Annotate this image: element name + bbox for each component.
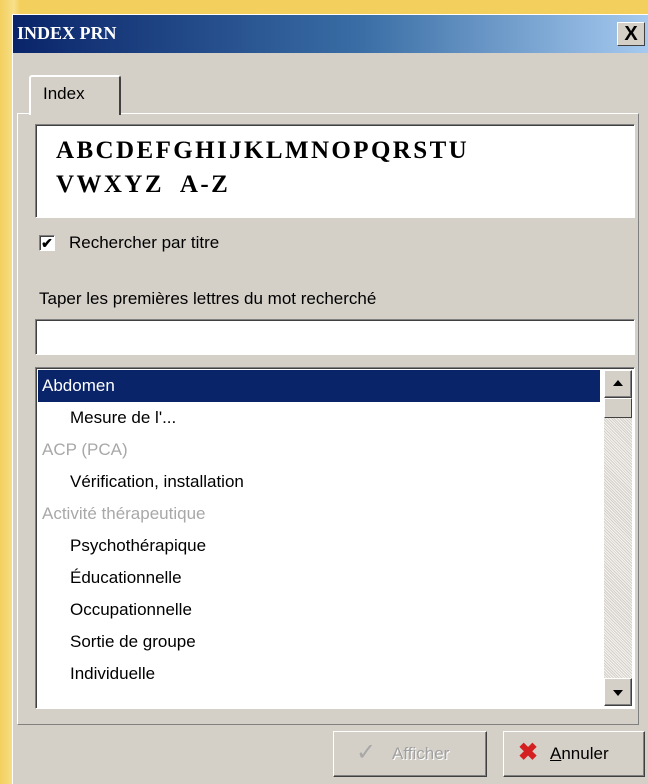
letter-r[interactable]: R bbox=[393, 137, 413, 164]
letter-y[interactable]: Y bbox=[124, 171, 144, 198]
list-item[interactable]: Vérification, installation bbox=[38, 466, 600, 498]
alphabet-row-1: ABCDEFGHIJKLMNOPQRSTU bbox=[56, 137, 469, 165]
letter-a[interactable]: A bbox=[56, 137, 76, 164]
letter-w[interactable]: W bbox=[76, 171, 103, 198]
letter-l[interactable]: L bbox=[266, 137, 285, 164]
tab-index-label: Index bbox=[43, 84, 85, 103]
alphabet-row-2: VWXYZ A-Z bbox=[56, 171, 230, 199]
scroll-down-button[interactable] bbox=[604, 678, 632, 706]
index-prn-dialog: INDEX PRN X Index ABCDEFGHIJKLMNOPQRSTU … bbox=[12, 14, 648, 784]
index-list-items: Abdomen Mesure de l'... ACP (PCA) Vérificat… bbox=[38, 370, 600, 690]
letter-k[interactable]: K bbox=[244, 137, 266, 164]
list-item[interactable]: Occupationnelle bbox=[38, 594, 600, 626]
search-by-title-checkbox[interactable]: ✔ bbox=[39, 235, 55, 251]
cancel-button[interactable]: ✖ Annuler bbox=[503, 731, 645, 777]
letter-i[interactable]: I bbox=[217, 137, 229, 164]
cancel-button-label: Annuler bbox=[550, 744, 609, 763]
letter-f[interactable]: F bbox=[156, 137, 174, 164]
list-item[interactable]: Sortie de groupe bbox=[38, 626, 600, 658]
letter-v[interactable]: V bbox=[56, 171, 76, 198]
index-list[interactable]: Abdomen Mesure de l'... ACP (PCA) Vérificat… bbox=[35, 367, 635, 709]
list-item[interactable]: Psychothérapique bbox=[38, 530, 600, 562]
letter-u[interactable]: U bbox=[449, 137, 469, 164]
letter-q[interactable]: Q bbox=[371, 137, 393, 164]
red-x-icon: ✖ bbox=[518, 739, 539, 766]
letter-all[interactable]: A-Z bbox=[180, 171, 230, 198]
letter-p[interactable]: P bbox=[353, 137, 371, 164]
letter-m[interactable]: M bbox=[285, 137, 311, 164]
title-bar[interactable]: INDEX PRN X bbox=[13, 15, 648, 53]
letter-x[interactable]: X bbox=[104, 171, 124, 198]
letter-j[interactable]: J bbox=[229, 137, 244, 164]
list-item[interactable]: Individuelle bbox=[38, 658, 600, 690]
show-button[interactable]: ✓ Afficher bbox=[333, 731, 487, 777]
letter-d[interactable]: D bbox=[116, 137, 136, 164]
search-input[interactable] bbox=[35, 319, 635, 355]
letter-c[interactable]: C bbox=[96, 137, 116, 164]
search-by-title-label[interactable]: Rechercher par titre bbox=[69, 233, 219, 253]
list-item[interactable]: Abdomen bbox=[38, 370, 600, 402]
vertical-scrollbar[interactable] bbox=[604, 370, 632, 706]
show-button-label: Afficher bbox=[392, 744, 450, 763]
list-item[interactable]: Mesure de l'... bbox=[38, 402, 600, 434]
letter-g[interactable]: G bbox=[173, 137, 195, 164]
list-category[interactable]: Activité thérapeutique bbox=[38, 498, 600, 530]
arrow-up-icon bbox=[613, 380, 623, 386]
letter-n[interactable]: N bbox=[311, 137, 331, 164]
scroll-up-button[interactable] bbox=[604, 370, 632, 398]
letter-s[interactable]: S bbox=[413, 137, 429, 164]
window-title: INDEX PRN bbox=[17, 23, 117, 43]
letter-h[interactable]: H bbox=[195, 137, 217, 164]
list-category[interactable]: ACP (PCA) bbox=[38, 434, 600, 466]
tab-index[interactable]: Index bbox=[29, 75, 121, 115]
letter-b[interactable]: B bbox=[76, 137, 95, 164]
list-item[interactable]: Éducationnelle bbox=[38, 562, 600, 594]
alphabet-bar: ABCDEFGHIJKLMNOPQRSTU VWXYZ A-Z bbox=[35, 124, 635, 218]
search-hint-label: Taper les premières lettres du mot reche… bbox=[39, 289, 377, 308]
checkmark-icon: ✓ bbox=[356, 739, 377, 766]
arrow-down-icon bbox=[613, 690, 623, 696]
letter-t[interactable]: T bbox=[430, 137, 449, 164]
letter-z[interactable]: Z bbox=[145, 171, 164, 198]
scroll-thumb[interactable] bbox=[604, 398, 632, 418]
letter-o[interactable]: O bbox=[331, 137, 353, 164]
letter-e[interactable]: E bbox=[136, 137, 155, 164]
close-button[interactable]: X bbox=[617, 22, 645, 46]
